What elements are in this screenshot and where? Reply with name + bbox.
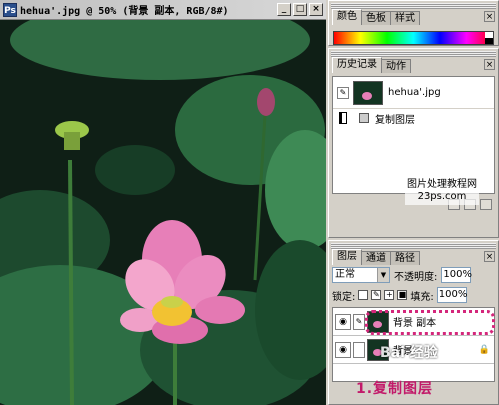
lock-fill-row: 锁定: ✎ + ■ 填充: 100%: [329, 285, 498, 305]
blend-opacity-row: 正常 ▼ 不透明度: 100%: [329, 265, 498, 285]
image-canvas[interactable]: [0, 20, 326, 405]
baidu-jingyan-logo: Bai 经验: [380, 345, 438, 361]
color-panel-tabs: 颜色 色板 样式 ×: [329, 9, 498, 25]
color-ramp[interactable]: [333, 31, 494, 45]
chevron-down-icon[interactable]: ▼: [377, 268, 389, 282]
history-panel-tabs: 历史记录 动作 ×: [329, 57, 498, 73]
annotation-caption: 1.复制图层: [356, 381, 434, 397]
watermark-text-2: 23ps.com: [417, 191, 467, 202]
watermark-text-1: 图片处理: [407, 179, 447, 190]
tab-swatches[interactable]: 色板: [361, 11, 391, 25]
panel-close-icon[interactable]: ×: [484, 251, 495, 262]
history-brush-icon[interactable]: ✎: [337, 86, 349, 99]
document-window: Ps hehua'.jpg @ 50% (背景 副本, RGB/8#) _ □ …: [0, 0, 326, 405]
watermark-text-1b: 教程网: [447, 179, 477, 190]
lock-pixels-icon[interactable]: ✎: [371, 290, 382, 300]
photoshop-document-icon: Ps: [3, 2, 17, 17]
panel-close-icon[interactable]: ×: [484, 59, 495, 70]
close-button[interactable]: ×: [309, 3, 323, 16]
annotation-highlight: [365, 310, 495, 335]
lotus-photo: [0, 20, 326, 405]
tab-paths[interactable]: 路径: [390, 251, 420, 265]
history-step-label: 复制图层: [375, 114, 415, 126]
history-step[interactable]: 复制图层: [333, 109, 494, 127]
lock-icon: 🔒: [478, 344, 490, 355]
fill-input[interactable]: 100%: [436, 287, 467, 303]
lock-all-icon[interactable]: ■: [397, 290, 408, 300]
opacity-input[interactable]: 100%: [441, 267, 472, 283]
history-panel: 历史记录 动作 × ✎ hehua'.jpg 复制图层 图片处理教程网 23ps…: [328, 48, 499, 238]
duplicate-layer-icon: [359, 113, 369, 123]
snapshot-name: hehua'.jpg: [388, 87, 441, 98]
eye-icon[interactable]: ◉: [335, 313, 351, 330]
tab-color[interactable]: 颜色: [332, 9, 362, 25]
black-white-swatch[interactable]: [485, 32, 493, 44]
snapshot-thumbnail: [353, 80, 383, 105]
brush-icon: ✎: [353, 313, 365, 330]
maximize-button[interactable]: □: [293, 3, 307, 16]
fill-label: 填充:: [410, 291, 434, 303]
lock-transparency-icon[interactable]: [358, 290, 369, 300]
minimize-button[interactable]: _: [277, 3, 291, 16]
delete-state-icon[interactable]: [480, 199, 492, 210]
link-cell[interactable]: [353, 341, 365, 358]
watermark: 图片处理教程网 23ps.com: [405, 177, 479, 205]
tab-history[interactable]: 历史记录: [332, 57, 382, 73]
tab-actions[interactable]: 动作: [381, 59, 411, 73]
history-state-slider[interactable]: [339, 112, 347, 124]
color-panel: 颜色 色板 样式 ×: [328, 0, 499, 46]
document-titlebar[interactable]: Ps hehua'.jpg @ 50% (背景 副本, RGB/8#) _ □ …: [0, 0, 326, 20]
eye-icon[interactable]: ◉: [335, 341, 351, 358]
panel-close-icon[interactable]: ×: [484, 11, 495, 22]
history-list: ✎ hehua'.jpg 复制图层 图片处理教程网 23ps.com: [332, 76, 495, 205]
document-title: hehua'.jpg @ 50% (背景 副本, RGB/8#): [20, 6, 229, 17]
tab-layers[interactable]: 图层: [332, 249, 362, 265]
layers-panel-tabs: 图层 通道 路径 ×: [329, 249, 498, 265]
lock-label: 锁定:: [332, 291, 356, 303]
opacity-label: 不透明度:: [394, 271, 438, 283]
window-buttons: _ □ ×: [277, 3, 323, 16]
blend-mode-value: 正常: [335, 269, 355, 280]
tab-styles[interactable]: 样式: [390, 11, 420, 25]
history-snapshot[interactable]: ✎ hehua'.jpg: [333, 77, 494, 109]
lock-position-icon[interactable]: +: [384, 290, 395, 300]
tab-channels[interactable]: 通道: [361, 251, 391, 265]
blend-mode-select[interactable]: 正常 ▼: [332, 267, 390, 283]
